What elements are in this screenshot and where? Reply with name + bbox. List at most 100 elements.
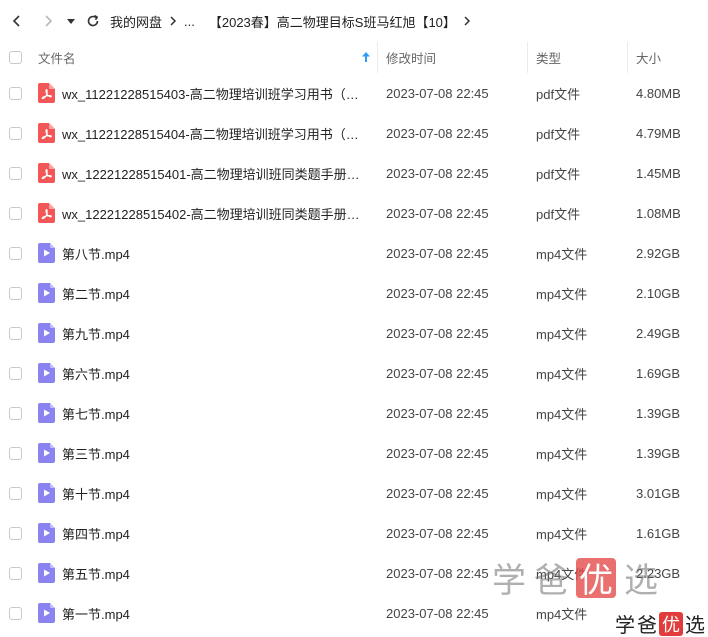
column-header-name[interactable]: 文件名	[30, 42, 378, 73]
breadcrumb-separator-icon	[162, 16, 184, 26]
column-header-size[interactable]: 大小	[628, 42, 708, 73]
file-name[interactable]: wx_11221228515403-高二物理培训班学习用书（下册）	[62, 84, 378, 103]
row-checkbox[interactable]	[8, 526, 22, 540]
file-size: 4.79MB	[636, 125, 681, 141]
file-type: pdf文件	[536, 206, 581, 222]
watermark-char: 学	[615, 613, 635, 637]
history-dropdown-button[interactable]	[62, 0, 80, 42]
video-icon	[30, 403, 62, 423]
file-type: mp4文件	[536, 406, 588, 422]
file-list: wx_11221228515403-高二物理培训班学习用书（下册） 2023-07…	[0, 73, 708, 633]
file-row[interactable]: wx_11221228515404-高二物理培训班学习用书（上册） 2023-07…	[0, 113, 708, 153]
file-name[interactable]: 第五节.mp4	[62, 564, 378, 583]
file-row[interactable]: 第七节.mp4 2023-07-08 22:45 mp4文件 1.39GB	[0, 393, 708, 433]
select-all-checkbox[interactable]	[8, 51, 22, 64]
file-modified-time: 2023-07-08 22:45	[386, 285, 489, 301]
toolbar: 我的网盘 ... 【2023春】高二物理目标S班马红旭【10】	[0, 0, 708, 42]
file-list-header: 文件名 修改时间 类型 大小	[0, 42, 708, 73]
chevron-left-icon	[12, 15, 20, 27]
caret-down-icon	[67, 19, 75, 24]
column-header-type-label: 类型	[536, 52, 562, 66]
file-row[interactable]: 第八节.mp4 2023-07-08 22:45 mp4文件 2.92GB	[0, 233, 708, 273]
file-size: 1.69GB	[636, 365, 681, 381]
file-name[interactable]: 第六节.mp4	[62, 364, 378, 383]
file-type: mp4文件	[536, 246, 588, 262]
row-checkbox[interactable]	[8, 246, 22, 260]
back-button[interactable]	[0, 0, 34, 42]
file-name[interactable]: 第九节.mp4	[62, 324, 378, 343]
forward-button[interactable]	[34, 0, 62, 42]
watermark-char: 选	[685, 613, 705, 637]
chevron-right-icon	[45, 15, 53, 27]
file-type: mp4文件	[536, 446, 588, 462]
file-size: 1.45MB	[636, 165, 681, 181]
file-name[interactable]: 第四节.mp4	[62, 524, 378, 543]
row-checkbox[interactable]	[8, 366, 22, 380]
file-size: 3.01GB	[636, 485, 681, 501]
row-checkbox[interactable]	[8, 566, 22, 580]
file-name[interactable]: wx_11221228515404-高二物理培训班学习用书（上册）	[62, 124, 378, 143]
pdf-icon	[30, 203, 62, 223]
row-checkbox[interactable]	[8, 606, 22, 620]
refresh-button[interactable]	[80, 0, 106, 42]
breadcrumb-item-root[interactable]: 我的网盘	[110, 12, 162, 31]
refresh-icon	[87, 14, 99, 27]
file-modified-time: 2023-07-08 22:45	[386, 485, 489, 501]
row-checkbox[interactable]	[8, 326, 22, 340]
file-row[interactable]: wx_11221228515403-高二物理培训班学习用书（下册） 2023-07…	[0, 73, 708, 113]
file-row[interactable]: 第十节.mp4 2023-07-08 22:45 mp4文件 3.01GB	[0, 473, 708, 513]
file-type: mp4文件	[536, 366, 588, 382]
file-row[interactable]: 第六节.mp4 2023-07-08 22:45 mp4文件 1.69GB	[0, 353, 708, 393]
file-name[interactable]: 第二节.mp4	[62, 284, 378, 303]
file-modified-time: 2023-07-08 22:45	[386, 125, 489, 141]
file-name[interactable]: 第八节.mp4	[62, 244, 378, 263]
row-checkbox[interactable]	[8, 206, 22, 220]
file-type: pdf文件	[536, 166, 581, 182]
row-checkbox[interactable]	[8, 406, 22, 420]
row-checkbox[interactable]	[8, 86, 22, 100]
column-header-time-label: 修改时间	[386, 52, 437, 66]
file-modified-time: 2023-07-08 22:45	[386, 445, 489, 461]
file-type: mp4文件	[536, 526, 588, 542]
video-icon	[30, 323, 62, 343]
file-size: 1.08MB	[636, 205, 681, 221]
file-name[interactable]: 第十节.mp4	[62, 484, 378, 503]
video-icon	[30, 603, 62, 623]
file-row[interactable]: wx_12221228515402-高二物理培训班同类题手册（上册） 2023-0…	[0, 193, 708, 233]
pdf-icon	[30, 83, 62, 103]
file-row[interactable]: 第三节.mp4 2023-07-08 22:45 mp4文件 1.39GB	[0, 433, 708, 473]
column-header-type[interactable]: 类型	[528, 42, 628, 73]
watermark-char: 学	[492, 561, 526, 601]
row-checkbox[interactable]	[8, 446, 22, 460]
breadcrumb-item-ellipsis[interactable]: ...	[184, 14, 195, 29]
file-name[interactable]: 第三节.mp4	[62, 444, 378, 463]
pdf-icon	[30, 123, 62, 143]
watermark-char: 选	[624, 561, 658, 601]
row-checkbox[interactable]	[8, 126, 22, 140]
row-checkbox[interactable]	[8, 166, 22, 180]
file-name[interactable]: 第一节.mp4	[62, 604, 378, 623]
file-name[interactable]: 第七节.mp4	[62, 404, 378, 423]
watermark-char: 优	[659, 611, 683, 636]
column-header-time[interactable]: 修改时间	[378, 42, 528, 73]
file-name[interactable]: wx_12221228515402-高二物理培训班同类题手册（上册）	[62, 204, 378, 223]
row-checkbox[interactable]	[8, 286, 22, 300]
video-icon	[30, 563, 62, 583]
file-row[interactable]: 第九节.mp4 2023-07-08 22:45 mp4文件 2.49GB	[0, 313, 708, 353]
file-size: 2.92GB	[636, 245, 681, 261]
watermark-char: 优	[576, 557, 616, 601]
file-modified-time: 2023-07-08 22:45	[386, 165, 489, 181]
video-icon	[30, 483, 62, 503]
file-modified-time: 2023-07-08 22:45	[386, 405, 489, 421]
file-row[interactable]: 第二节.mp4 2023-07-08 22:45 mp4文件 2.10GB	[0, 273, 708, 313]
row-checkbox[interactable]	[8, 486, 22, 500]
video-icon	[30, 523, 62, 543]
file-row[interactable]: wx_12221228515401-高二物理培训班同类题手册（下册） 2023-0…	[0, 153, 708, 193]
file-type: mp4文件	[536, 326, 588, 342]
file-size: 1.39GB	[636, 445, 681, 461]
breadcrumb-item-current[interactable]: 【2023春】高二物理目标S班马红旭【10】	[209, 12, 456, 31]
file-name[interactable]: wx_12221228515401-高二物理培训班同类题手册（下册）	[62, 164, 378, 183]
video-icon	[30, 243, 62, 263]
watermark-small: 学 爸 优 选	[612, 607, 708, 637]
file-row[interactable]: 第四节.mp4 2023-07-08 22:45 mp4文件 1.61GB	[0, 513, 708, 553]
